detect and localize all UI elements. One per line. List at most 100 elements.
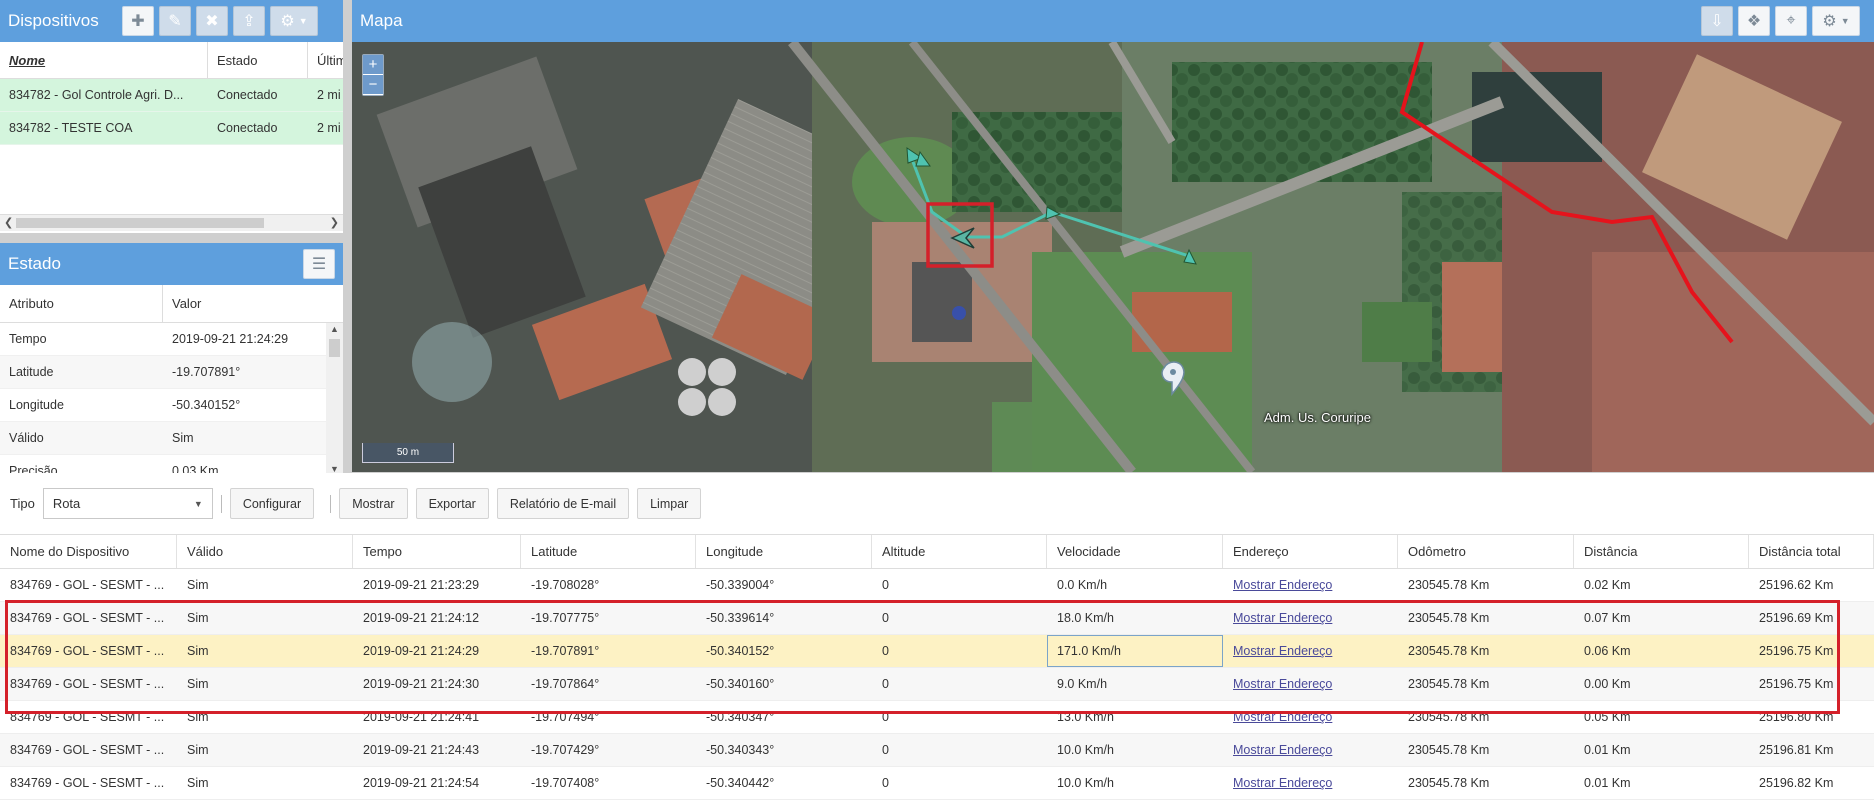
cell-longitude: -50.340343°: [706, 743, 775, 757]
cell-altitude: 0: [882, 644, 889, 658]
scroll-thumb[interactable]: [329, 339, 340, 357]
cell-longitude: -50.340442°: [706, 776, 775, 790]
column-device-name[interactable]: Nome do Dispositivo: [0, 535, 177, 568]
satellite-map[interactable]: [352, 42, 1874, 472]
column-status[interactable]: Estado: [208, 42, 308, 78]
device-last: 2 mi: [317, 121, 341, 135]
column-value[interactable]: Valor: [163, 285, 343, 322]
edit-device-button[interactable]: ✎: [159, 6, 191, 36]
show-address-link[interactable]: Mostrar Endereço: [1233, 776, 1332, 790]
cell-valid: Sim: [187, 743, 209, 757]
show-button[interactable]: Mostrar: [339, 488, 408, 519]
report-panel: Tipo Rota ▼ Configurar Mostrar Exportar …: [0, 473, 1874, 800]
cell-address: Mostrar Endereço: [1223, 734, 1398, 766]
scroll-thumb[interactable]: [16, 218, 264, 228]
table-row[interactable]: 834769 - GOL - SESMT - ... Sim 2019-09-21 …: [0, 701, 1874, 734]
state-row: Precisão 0.03 Km: [0, 455, 343, 475]
cell-odometer: 230545.78 Km: [1408, 743, 1490, 757]
scroll-right-icon[interactable]: ❯: [330, 216, 339, 229]
column-altitude[interactable]: Altitude: [872, 535, 1047, 568]
zoom-out-button[interactable]: −: [363, 75, 383, 95]
column-valid[interactable]: Válido: [177, 535, 353, 568]
show-address-link[interactable]: Mostrar Endereço: [1233, 677, 1332, 691]
device-row[interactable]: 834782 - TESTE COA Conectado 2 mi: [0, 112, 343, 145]
clear-button[interactable]: Limpar: [637, 488, 702, 519]
poi-label: Adm. Us. Coruripe: [1264, 410, 1371, 425]
table-row[interactable]: 834769 - GOL - SESMT - ... Sim 2019-09-21 …: [0, 668, 1874, 701]
table-row[interactable]: 834769 - GOL - SESMT - ... Sim 2019-09-21 …: [0, 602, 1874, 635]
device-settings-button[interactable]: ⚙ ▼: [270, 6, 318, 36]
column-last[interactable]: Últim: [308, 42, 343, 78]
cell-valid: Sim: [187, 776, 209, 790]
cell-altitude: 0: [882, 677, 889, 691]
column-total-distance[interactable]: Distância total: [1749, 535, 1874, 568]
export-button[interactable]: Exportar: [415, 488, 489, 519]
cell-longitude: -50.340152°: [706, 644, 775, 658]
chevron-down-icon: ▼: [193, 498, 203, 509]
cell-time: 2019-09-21 21:24:30: [363, 677, 480, 691]
cell-address: Mostrar Endereço: [1223, 701, 1398, 733]
state-panel: Estado ☰ Atributo Valor Tempo 2019-09-21 …: [0, 243, 343, 475]
cell-speed: 13.0 Km/h: [1057, 710, 1114, 724]
download-button[interactable]: ⇩: [1701, 6, 1733, 36]
cell-valid: Sim: [187, 611, 209, 625]
table-row[interactable]: 834769 - GOL - SESMT - ... Sim 2019-09-21 …: [0, 569, 1874, 602]
column-latitude[interactable]: Latitude: [521, 535, 696, 568]
cell-speed: 18.0 Km/h: [1057, 611, 1114, 625]
column-odometer[interactable]: Odômetro: [1398, 535, 1574, 568]
cell-address: Mostrar Endereço: [1223, 635, 1398, 667]
show-address-link[interactable]: Mostrar Endereço: [1233, 611, 1332, 625]
device-row[interactable]: 834782 - Gol Controle Agri. D... Conecta…: [0, 79, 343, 112]
cell-distance: 0.00 Km: [1584, 677, 1631, 691]
state-options-button[interactable]: ☰: [303, 249, 335, 279]
attr-value: -50.340152°: [172, 398, 241, 412]
column-address[interactable]: Endereço: [1223, 535, 1398, 568]
upload-button[interactable]: ⇪: [233, 6, 265, 36]
follow-button[interactable]: ❖: [1738, 6, 1770, 36]
email-report-button[interactable]: Relatório de E-mail: [496, 488, 630, 519]
column-attribute[interactable]: Atributo: [0, 285, 163, 322]
cell-latitude: -19.707429°: [531, 743, 600, 757]
report-type-select[interactable]: Rota ▼: [42, 488, 213, 519]
attr-value: 2019-09-21 21:24:29: [172, 332, 289, 346]
add-device-button[interactable]: ✚: [122, 6, 154, 36]
table-row[interactable]: 834769 - GOL - SESMT - ... Sim 2019-09-21 …: [0, 734, 1874, 767]
cell-altitude: 0: [882, 611, 889, 625]
upload-icon: ⇪: [242, 13, 256, 30]
scroll-left-icon[interactable]: ❮: [4, 216, 13, 229]
column-name[interactable]: Nome: [0, 42, 208, 78]
scroll-up-icon[interactable]: ▲: [330, 324, 339, 334]
column-speed[interactable]: Velocidade: [1047, 535, 1223, 568]
show-address-link[interactable]: Mostrar Endereço: [1233, 578, 1332, 592]
cell-speed[interactable]: 171.0 Km/h: [1047, 635, 1223, 667]
show-address-link[interactable]: Mostrar Endereço: [1233, 743, 1332, 757]
state-vertical-scrollbar[interactable]: ▲ ▼: [326, 323, 343, 475]
cell-longitude: -50.340347°: [706, 710, 775, 724]
show-address-link[interactable]: Mostrar Endereço: [1233, 644, 1332, 658]
devices-horizontal-scrollbar[interactable]: ❮ ❯: [0, 214, 343, 231]
gear-icon: ⚙: [1822, 13, 1837, 30]
map-settings-button[interactable]: ⚙ ▼: [1812, 6, 1860, 36]
column-longitude[interactable]: Longitude: [696, 535, 872, 568]
show-address-link[interactable]: Mostrar Endereço: [1233, 710, 1332, 724]
cell-address: Mostrar Endereço: [1223, 668, 1398, 700]
state-row: Latitude -19.707891°: [0, 356, 343, 389]
gear-icon: ⚙: [280, 13, 295, 30]
cell-latitude: -19.708028°: [531, 578, 600, 592]
zoom-in-button[interactable]: +: [363, 55, 383, 75]
remove-device-button[interactable]: ✖: [196, 6, 228, 36]
configure-button[interactable]: Configurar: [229, 488, 315, 519]
locate-button[interactable]: ⌖: [1775, 6, 1807, 36]
table-row-selected[interactable]: 834769 - GOL - SESMT - ... Sim 2019-09-21 …: [0, 635, 1874, 668]
table-row[interactable]: 834769 - GOL - SESMT - ... Sim 2019-09-21 …: [0, 767, 1874, 800]
cell-total-distance: 25196.75 Km: [1759, 677, 1834, 691]
attr-value: -19.707891°: [172, 365, 241, 379]
cell-altitude: 0: [882, 743, 889, 757]
cell-altitude: 0: [882, 776, 889, 790]
cell-latitude: -19.707494°: [531, 710, 600, 724]
cell-speed: 10.0 Km/h: [1057, 743, 1114, 757]
column-distance[interactable]: Distância: [1574, 535, 1749, 568]
column-time[interactable]: Tempo: [353, 535, 521, 568]
cell-address: Mostrar Endereço: [1223, 767, 1398, 799]
map-zoom-control: + −: [362, 54, 384, 96]
